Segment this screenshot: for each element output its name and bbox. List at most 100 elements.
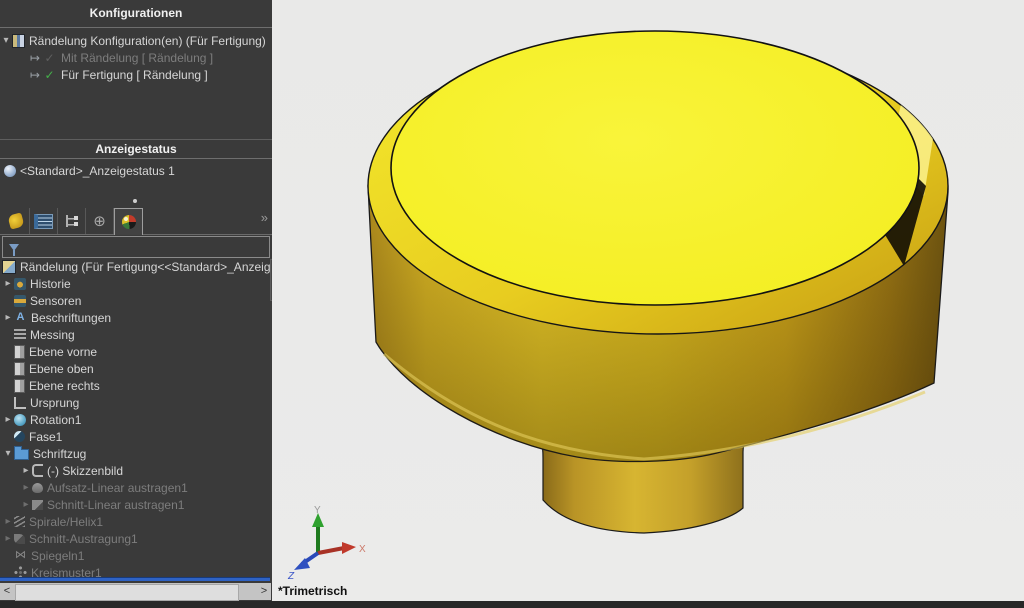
- window-bottom-edge: [0, 601, 1024, 608]
- tree-item-schnitt-linear-austragen1[interactable]: ▸ Schnitt-Linear austragen1: [2, 496, 270, 513]
- view-orientation-label: *Trimetrisch: [278, 584, 347, 598]
- tree-item-label: Aufsatz-Linear austragen1: [47, 481, 188, 495]
- dimxpert-target-icon: ⊕: [93, 214, 106, 229]
- horizontal-scroll-thumb[interactable]: [15, 584, 239, 601]
- origin-icon: [14, 397, 26, 409]
- config-label: Mit Rändelung [ Rändelung ]: [61, 51, 213, 65]
- plane-icon: [14, 345, 25, 359]
- mirror-feature-icon: ⋈: [14, 549, 27, 562]
- feature-manager-panel: Konfigurationen ▾ Rändelung Konfiguratio…: [0, 0, 272, 608]
- pane-splitter-handle[interactable]: [133, 199, 137, 203]
- cut-extrude-icon: [32, 500, 43, 510]
- horizontal-scrollbar[interactable]: < >: [0, 583, 271, 600]
- plane-icon: [14, 379, 25, 393]
- config-row-mit-raendelung[interactable]: ↦ ✓ Mit Rändelung [ Rändelung ]: [0, 49, 272, 66]
- config-root-label: Rändelung Konfiguration(en) (Für Fertigu…: [29, 34, 266, 48]
- swept-cut-icon: [14, 534, 25, 544]
- tree-item-label: Schnitt-Austragung1: [29, 532, 138, 546]
- manager-tab-bar: ⊕ »: [0, 207, 272, 235]
- folder-icon: [14, 449, 29, 460]
- tree-item-ebene-rechts[interactable]: Ebene rechts: [2, 377, 270, 394]
- tree-item-label: Spirale/Helix1: [29, 515, 103, 529]
- tab-dimxpert-manager[interactable]: ⊕: [86, 208, 114, 234]
- graphics-viewport[interactable]: Y X Z *Trimetrisch: [272, 0, 1024, 601]
- helix-icon: [14, 516, 25, 527]
- tree-item-label: Schriftzug: [33, 447, 86, 461]
- rollback-bar[interactable]: [0, 577, 271, 581]
- property-manager-icon: [34, 214, 53, 229]
- tree-item-label: (-) Skizzenbild: [47, 464, 123, 478]
- plane-icon: [14, 362, 25, 376]
- tree-item-spirale-helix1[interactable]: ▸ Spirale/Helix1: [2, 513, 270, 530]
- tree-root-label: Rändelung (Für Fertigung<<Standard>_Anze…: [20, 260, 270, 274]
- config-row-fuer-fertigung[interactable]: ↦ ✓ Für Fertigung [ Rändelung ]: [0, 66, 272, 83]
- tree-item-label: Ebene vorne: [29, 345, 97, 359]
- configuration-manager-icon: [64, 214, 79, 228]
- tree-item-aufsatz-linear-austragen1[interactable]: ▸ Aufsatz-Linear austragen1: [2, 479, 270, 496]
- display-state-icon: [4, 165, 16, 177]
- expand-caret-icon[interactable]: ▸: [20, 499, 32, 510]
- config-label: Für Fertigung [ Rändelung ]: [61, 68, 208, 82]
- history-folder-icon: [14, 278, 26, 290]
- configurations-header: Konfigurationen: [0, 0, 272, 28]
- feature-manager-icon: [7, 212, 24, 229]
- annotations-icon: A: [14, 311, 27, 324]
- tree-item-rotation1[interactable]: ▸ Rotation1: [2, 411, 270, 428]
- tree-item-historie[interactable]: ▸ Historie: [2, 275, 270, 292]
- expand-caret-icon[interactable]: ▸: [20, 465, 32, 476]
- tree-item-sensoren[interactable]: Sensoren: [2, 292, 270, 309]
- expand-caret-icon[interactable]: ▸: [2, 312, 14, 323]
- sketch-icon: [32, 464, 43, 477]
- tree-item-skizzenbild[interactable]: ▸ (-) Skizzenbild: [2, 462, 270, 479]
- tree-item-label: Sensoren: [30, 294, 81, 308]
- display-state-row[interactable]: <Standard>_Anzeigestatus 1: [4, 162, 268, 179]
- boss-extrude-icon: [32, 483, 43, 493]
- configurations-icon: [12, 34, 25, 48]
- tree-item-ebene-oben[interactable]: Ebene oben: [2, 360, 270, 377]
- tab-feature-manager[interactable]: [2, 208, 30, 234]
- tab-property-manager[interactable]: [30, 208, 58, 234]
- solidworks-window: Konfigurationen ▾ Rändelung Konfiguratio…: [0, 0, 1024, 608]
- configuration-tree: ▾ Rändelung Konfiguration(en) (Für Ferti…: [0, 32, 272, 83]
- tab-overflow-chevron-icon[interactable]: »: [261, 210, 268, 225]
- tree-item-label: Schnitt-Linear austragen1: [47, 498, 184, 512]
- tree-item-beschriftungen[interactable]: ▸ A Beschriftungen: [2, 309, 270, 326]
- tree-item-schnitt-austragung1[interactable]: ▸ Schnitt-Austragung1: [2, 530, 270, 547]
- collapse-caret-icon[interactable]: ▾: [2, 448, 14, 459]
- branch-icon: ↦: [28, 51, 42, 65]
- tree-item-spiegeln1[interactable]: ⋈ Spiegeln1: [2, 547, 270, 564]
- tree-filter-input[interactable]: [2, 236, 270, 258]
- tree-item-messing[interactable]: Messing: [2, 326, 270, 343]
- display-state-label: <Standard>_Anzeigestatus 1: [20, 164, 175, 178]
- tree-item-label: Ebene oben: [29, 362, 94, 376]
- expand-caret-icon[interactable]: ▸: [2, 533, 14, 544]
- feature-tree: Rändelung (Für Fertigung<<Standard>_Anze…: [2, 258, 270, 581]
- tree-item-label: Historie: [30, 277, 71, 291]
- tab-configuration-manager[interactable]: [58, 208, 86, 234]
- tab-display-manager[interactable]: [114, 208, 143, 235]
- inactive-check-icon: ✓: [42, 51, 57, 65]
- tree-root-row[interactable]: Rändelung (Für Fertigung<<Standard>_Anze…: [2, 258, 270, 275]
- tree-item-schriftzug[interactable]: ▾ Schriftzug: [2, 445, 270, 462]
- knob-top-face: [391, 31, 919, 305]
- sensors-icon: [14, 295, 26, 307]
- tree-item-ursprung[interactable]: Ursprung: [2, 394, 270, 411]
- expand-caret-icon[interactable]: ▸: [2, 414, 14, 425]
- display-manager-sphere-icon: [122, 215, 136, 229]
- config-root-row[interactable]: ▾ Rändelung Konfiguration(en) (Für Ferti…: [0, 32, 272, 49]
- tree-item-ebene-vorne[interactable]: Ebene vorne: [2, 343, 270, 360]
- scroll-left-arrow-icon[interactable]: <: [0, 583, 14, 600]
- tree-item-label: Beschriftungen: [31, 311, 111, 325]
- expand-caret-icon[interactable]: ▸: [2, 516, 14, 527]
- knob-model: [272, 0, 1024, 601]
- tree-item-label: Rotation1: [30, 413, 81, 427]
- active-check-icon: ✓: [42, 68, 57, 82]
- expand-caret-icon[interactable]: ▸: [2, 278, 14, 289]
- collapse-caret-icon[interactable]: ▾: [0, 35, 12, 46]
- tree-item-fase1[interactable]: Fase1: [2, 428, 270, 445]
- scroll-right-arrow-icon[interactable]: >: [257, 583, 271, 600]
- expand-caret-icon[interactable]: ▸: [20, 482, 32, 493]
- revolve-feature-icon: [14, 414, 26, 426]
- coordinate-triad: Y X Z: [284, 501, 374, 585]
- chamfer-feature-icon: [14, 431, 25, 442]
